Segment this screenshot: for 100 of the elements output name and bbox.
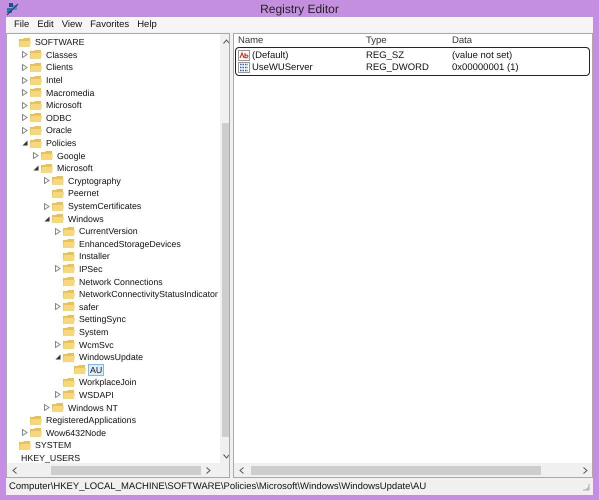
tree-item[interactable]: SYSTEM [33, 439, 74, 452]
tree-item[interactable]: SettingSync [77, 313, 128, 326]
expand-arrow-icon[interactable] [22, 51, 28, 58]
value-name[interactable]: (Default) [252, 50, 288, 61]
folder-icon [63, 376, 75, 388]
menu-item[interactable]: Help [133, 19, 161, 30]
folder-icon [63, 288, 75, 300]
folder-icon [63, 238, 75, 250]
expand-arrow-icon[interactable] [22, 64, 28, 71]
tree-item[interactable]: RegisteredApplications [44, 414, 138, 426]
value-type: REG_SZ [366, 50, 406, 61]
value-data: 0x00000001 (1) [452, 62, 520, 74]
expand-arrow-icon[interactable] [22, 429, 28, 436]
tree-item[interactable]: Oracle [44, 124, 74, 136]
folder-icon [63, 301, 75, 312]
folder-icon [52, 188, 64, 199]
resize-grip-icon[interactable] [582, 482, 590, 490]
column-header[interactable]: Name [238, 35, 366, 46]
tree-item[interactable]: Windows [66, 212, 106, 225]
tree-item[interactable]: NetworkConnectivityStatusIndicator [77, 288, 220, 300]
expand-arrow-icon[interactable] [44, 404, 50, 412]
registry-icon [6, 2, 20, 16]
menu-item[interactable]: File [10, 19, 34, 30]
folder-icon [63, 276, 75, 288]
menu-item[interactable]: View [58, 19, 86, 30]
folder-icon [30, 427, 42, 438]
expand-arrow-icon[interactable] [55, 341, 61, 348]
folder-icon [74, 364, 86, 376]
expand-arrow-icon[interactable] [44, 177, 50, 184]
tree-item[interactable]: System [77, 326, 110, 338]
folder-icon [63, 314, 75, 325]
tree-item[interactable]: WorkplaceJoin [77, 376, 139, 388]
column-header[interactable]: Data [452, 35, 592, 46]
folder-icon [63, 352, 75, 363]
folder-icon [63, 226, 75, 237]
folder-icon [52, 402, 64, 414]
key-path: Computer\HKEY_LOCAL_MACHINE\SOFTWARE\Policies\Microsoft\Windows\WindowsUpdate\AU [9, 481, 426, 492]
folder-icon [30, 100, 42, 111]
folder-icon [63, 250, 75, 262]
menu-item[interactable]: Favorites [86, 19, 134, 30]
column-header[interactable]: Type [366, 35, 452, 46]
folder-icon [30, 112, 42, 124]
expand-arrow-icon[interactable] [55, 265, 61, 272]
tree-item[interactable]: WSDAPI [77, 388, 116, 401]
folder-icon [30, 124, 42, 136]
tree-item[interactable]: CurrentVersion [77, 225, 140, 238]
folder-icon [63, 326, 75, 338]
tree-item[interactable]: SOFTWARE [33, 36, 87, 48]
collapse-arrow-icon[interactable] [22, 140, 28, 146]
folder-icon [63, 389, 75, 400]
tree-item[interactable]: WindowsUpdate [77, 351, 146, 364]
tree-item[interactable]: Installer [77, 250, 112, 262]
expand-arrow-icon[interactable] [22, 126, 28, 134]
window-title: Registry Editor [259, 2, 340, 16]
tree-item[interactable]: HKEY_USERS [19, 452, 82, 463]
tree-item[interactable]: AU [88, 364, 104, 376]
collapse-arrow-icon[interactable] [33, 165, 39, 172]
tree-item[interactable]: IPSec [77, 262, 104, 275]
folder-icon [63, 339, 75, 350]
value-name[interactable]: UseWUServer [252, 62, 313, 74]
tree-item[interactable]: Google [55, 150, 88, 162]
binary-value-icon [238, 62, 250, 74]
tree-item[interactable]: Network Connections [77, 276, 165, 288]
tree-item[interactable]: EnhancedStorageDevices [77, 238, 183, 250]
tree-item[interactable]: safer [77, 300, 101, 313]
menu-item[interactable]: Edit [33, 19, 58, 30]
expand-arrow-icon[interactable] [22, 114, 28, 122]
tree-item[interactable]: WcmSvc [77, 338, 116, 351]
folder-icon [41, 162, 53, 174]
collapse-arrow-icon[interactable] [55, 354, 61, 360]
tree-item[interactable]: Intel [44, 74, 65, 86]
expand-arrow-icon[interactable] [55, 228, 61, 235]
tree-item[interactable]: Microsoft [44, 99, 84, 112]
tree-item[interactable]: Macromedia [44, 86, 96, 99]
tree-item[interactable]: Policies [44, 137, 78, 150]
folder-icon [30, 87, 42, 98]
value-data: (value not set) [452, 50, 514, 61]
folder-icon [30, 62, 42, 73]
tree-item[interactable]: ODBC [44, 112, 74, 124]
expand-arrow-icon[interactable] [22, 76, 28, 84]
folder-icon [30, 414, 42, 426]
value-type: REG_DWORD [366, 62, 430, 74]
expand-arrow-icon[interactable] [22, 89, 28, 96]
folder-icon [52, 200, 64, 212]
tree-item[interactable]: SystemCertificates [66, 200, 144, 212]
tree-item[interactable]: Peernet [66, 187, 101, 200]
expand-arrow-icon[interactable] [22, 102, 28, 109]
tree-item[interactable]: Cryptography [66, 174, 123, 187]
folder-icon [41, 150, 53, 162]
tree-item[interactable]: Clients [44, 61, 75, 74]
tree-item[interactable]: Wow6432Node [44, 426, 108, 439]
expand-arrow-icon[interactable] [44, 202, 50, 210]
expand-arrow-icon[interactable] [33, 152, 39, 160]
folder-icon [63, 263, 75, 274]
expand-arrow-icon[interactable] [55, 303, 61, 310]
tree-item[interactable]: Classes [44, 48, 80, 61]
expand-arrow-icon[interactable] [55, 391, 61, 398]
tree-item[interactable]: Windows NT [66, 402, 120, 414]
collapse-arrow-icon[interactable] [44, 216, 50, 222]
tree-item[interactable]: Microsoft [55, 162, 95, 174]
